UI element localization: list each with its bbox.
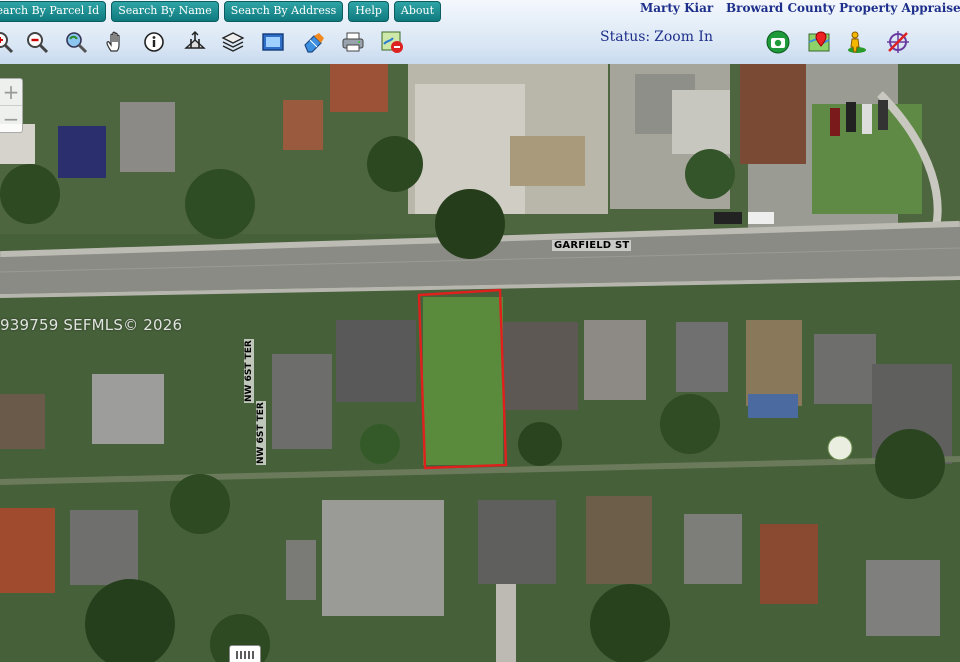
- zoom-in-icon[interactable]: [0, 30, 14, 54]
- help-button[interactable]: Help: [348, 1, 389, 22]
- app-header: Search By Parcel Id Search By Name Searc…: [0, 0, 960, 64]
- print-icon[interactable]: [341, 30, 365, 54]
- map-marker-icon[interactable]: [807, 30, 831, 54]
- info-icon[interactable]: [142, 30, 166, 54]
- pan-hand-icon[interactable]: [104, 30, 128, 54]
- street-view-icon[interactable]: [844, 30, 868, 54]
- street-label-vertical-b: NW 6ST TER: [256, 401, 266, 465]
- appraiser-name: Marty Kiar: [640, 1, 714, 15]
- about-button[interactable]: About: [393, 1, 442, 22]
- map-zoom-out-button[interactable]: −: [0, 105, 22, 132]
- street-label-garfield: GARFIELD ST: [552, 240, 632, 251]
- identify-icon[interactable]: [183, 30, 207, 54]
- status-label: Status:: [600, 29, 651, 45]
- search-by-address-button[interactable]: Search By Address: [223, 1, 344, 22]
- eraser-icon[interactable]: [302, 30, 326, 54]
- listing-watermark: 939759 SEFMLS© 2026: [0, 316, 183, 334]
- clear-selection-icon[interactable]: [886, 30, 910, 54]
- zoom-out-icon[interactable]: [25, 30, 49, 54]
- scalebar-toggle-icon[interactable]: [229, 645, 261, 662]
- export-map-icon[interactable]: [380, 30, 404, 54]
- camera-icon[interactable]: [766, 30, 790, 54]
- aerial-imagery: [0, 64, 960, 662]
- search-by-name-button[interactable]: Search By Name: [111, 1, 219, 22]
- agency-title: Broward County Property Appraiser Florid…: [726, 1, 960, 15]
- search-by-parcel-id-button[interactable]: Search By Parcel Id: [0, 1, 107, 22]
- street-label-vertical-a: NW 6ST TER: [244, 339, 254, 403]
- status-value: Zoom In: [654, 29, 713, 45]
- aerial-map[interactable]: GARFIELD ST NW 6ST TER NW 6ST TER 939759…: [0, 64, 960, 662]
- full-extent-icon[interactable]: [261, 30, 285, 54]
- nav-button-row: Search By Parcel Id Search By Name Searc…: [0, 1, 442, 22]
- map-zoom-control: + −: [0, 78, 23, 133]
- layers-icon[interactable]: [221, 30, 245, 54]
- zoom-extent-icon[interactable]: [64, 30, 88, 54]
- map-zoom-in-button[interactable]: +: [0, 79, 22, 105]
- status-indicator: Status: Zoom In: [596, 29, 713, 45]
